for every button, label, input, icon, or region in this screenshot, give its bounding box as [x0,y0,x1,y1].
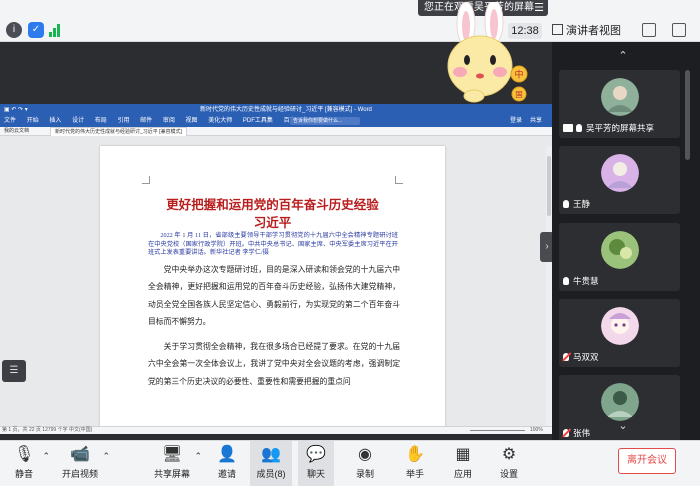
raise-hand-button[interactable]: ✋ 举手 [400,441,430,486]
document-paragraph: 关于学习贯彻全会精神，我在很多场合已经提了要求。在党的十九届六中全会第一次全体会… [148,342,400,386]
chevron-up-icon[interactable]: ⌃ [102,451,110,462]
view-label: 演讲者视图 [566,25,621,37]
word-title: 新时代党的伟大历史性成就与经验研讨_习近平 [兼容模式] - Word [200,107,372,113]
word-login[interactable]: 登录 [510,116,522,127]
status-text: 第 1 页，共 22 页 12799 个字 中文(中国) [2,427,93,433]
record-icon: ◉ [358,446,372,463]
avatar [601,383,639,421]
quick-access-icons[interactable]: ▣ ↶ ↷ ▾ [4,104,28,116]
video-off-icon: 📹 [70,446,90,463]
ribbon-tab[interactable]: 审阅 [163,118,175,124]
document-lead: 2022 年 1 月 11 日，省部级主要领导干部学习贯彻党的十九届六中全会精神… [148,232,398,256]
participant-tile[interactable]: 牛贵慧 [559,223,680,291]
word-doc-tabs: 我的云文档 新时代党的伟大历史性成就与经验研讨_习近平 [兼容模式] [0,127,552,136]
avatar [601,307,639,345]
apps-button[interactable]: ▦ 应用 [448,441,478,486]
ribbon-tab[interactable]: 邮件 [140,118,152,124]
ribbon-tab[interactable]: 文件 [4,118,16,124]
hand-icon: ✋ [405,446,425,463]
chat-list-icon[interactable]: ☰ [2,360,26,382]
doc-tab-home[interactable]: 我的云文档 [4,127,29,136]
shield-icon[interactable]: ✓ [28,22,44,38]
gear-icon: ⚙ [501,446,517,463]
record-button[interactable]: ◉ 录制 [350,441,380,486]
chevron-up-icon[interactable]: ⌃ [194,451,202,462]
zoom-level: 100% [530,427,543,433]
badge-text: 中 [514,69,523,81]
word-ribbon: 文件 开始 插入 设计 布局 引用 邮件 审阅 视图 美化大师 PDF工具集 百… [0,116,552,127]
badge-text: 国 [515,90,523,99]
bunny-avatar: 中 国 [447,2,528,103]
leave-meeting-button[interactable]: 离开会议 [618,448,676,474]
meeting-app: i ✓ 您正在观看吴平芳的屏幕 ☰ 12:38 演讲者视图 ▣ ↶ ↷ ▾ 新时… [0,0,700,486]
grid-icon [552,24,563,35]
participant-name: 牛贵慧 [563,276,599,287]
ribbon-tab[interactable]: PDF工具集 [243,118,273,124]
chat-button[interactable]: 💬 聊天 [298,441,334,486]
participant-tile[interactable]: 马双双 [559,299,680,367]
avatar [601,78,639,116]
word-search-box[interactable]: 告诉我你想要做什么... [290,117,360,125]
participant-name: 王静 [563,199,590,210]
word-window: ▣ ↶ ↷ ▾ 新时代党的伟大历史性成就与经验研讨_习近平 [兼容模式] - W… [0,104,552,434]
window-icon[interactable] [672,23,686,37]
share-screen-icon: 🖥 [162,446,183,463]
document-paragraph: 党中央举办这次专题研讨班，目的是深入研读和领会党的十九届六中全会精神，更好把握和… [148,265,400,327]
word-status-bar: 第 1 页，共 22 页 12799 个字 中文(中国) 100% [0,426,552,434]
ribbon-tab[interactable]: 设计 [72,118,84,124]
screen-share-icon [563,124,573,132]
invite-button[interactable]: 👤 邀请 [212,441,242,486]
participant-panel: 吴平芳的屏幕共享 王静 牛贵慧 马双双 张伟 [552,42,700,443]
ribbon-tabs: 文件 开始 插入 设计 布局 引用 邮件 审阅 视图 美化大师 PDF工具集 百… [4,116,317,127]
crop-mark [395,176,403,184]
members-icon: 👥 [261,446,281,463]
avatar [601,154,639,192]
add-user-icon: 👤 [217,446,237,463]
avatar [601,231,639,269]
microphone-icon: 🎙 [14,446,35,463]
apps-icon: ▦ [455,446,471,463]
ribbon-tab[interactable]: 插入 [49,118,61,124]
chat-icon: 💬 [306,446,326,463]
chevron-up-icon[interactable]: ⌃ [42,451,50,462]
document-title: 更好把握和运用党的百年奋斗历史经验 [166,197,379,212]
participant-name: 吴平芳的屏幕共享 [563,123,654,134]
panel-scrollbar[interactable] [685,70,690,160]
ribbon-tab[interactable]: 美化大师 [208,118,232,124]
participant-tile[interactable]: 吴平芳的屏幕共享 [559,70,680,138]
fullscreen-icon[interactable] [642,23,656,37]
ribbon-tab[interactable]: 开始 [27,118,39,124]
word-share[interactable]: 共享 [530,116,542,127]
share-screen-button[interactable]: 🖥 共享屏幕 ⌃ [152,441,202,486]
mic-icon [576,124,582,132]
chevron-down-icon[interactable]: ⌄ [612,420,634,432]
mic-icon [563,277,569,285]
settings-button[interactable]: ⚙ 设置 [494,441,524,486]
crop-mark [142,176,150,184]
doc-tab-current[interactable]: 新时代党的伟大历史性成就与经验研讨_习近平 [兼容模式] [50,127,187,136]
ribbon-tab[interactable]: 布局 [95,118,107,124]
start-video-button[interactable]: 📹 开启视频 ⌃ [60,441,110,486]
bottom-toolbar: 🎙 静音 ⌃ 📹 开启视频 ⌃ 🖥 共享屏幕 ⌃ 👤 邀请 👥 成员(8) 💬 … [0,440,700,486]
mic-muted-icon [563,429,569,437]
members-button[interactable]: 👥 成员(8) [250,441,292,486]
mute-button[interactable]: 🎙 静音 ⌃ [8,441,50,486]
signal-icon[interactable] [49,23,63,37]
document-page: 更好把握和运用党的百年奋斗历史经验 习近平 2022 年 1 月 11 日，省部… [100,146,445,434]
top-bar: i ✓ 您正在观看吴平芳的屏幕 ☰ 12:38 演讲者视图 [0,0,700,42]
participant-tile[interactable]: 张伟 [559,375,680,443]
document-author: 习近平 [253,215,292,230]
info-icon[interactable]: i [6,22,22,38]
mic-muted-icon [563,353,569,361]
participant-name: 马双双 [563,352,599,363]
word-title-bar: ▣ ↶ ↷ ▾ 新时代党的伟大历史性成就与经验研讨_习近平 [兼容模式] - W… [0,104,552,116]
view-switch-button[interactable]: 演讲者视图 [552,23,621,39]
participant-tile[interactable]: 王静 [559,146,680,214]
chevron-up-icon[interactable]: ⌃ [612,50,634,62]
mic-icon [563,200,569,208]
ribbon-tab[interactable]: 视图 [186,118,198,124]
ribbon-tab[interactable]: 引用 [117,118,129,124]
participant-name: 张伟 [563,428,590,439]
zoom-slider[interactable] [470,430,525,431]
